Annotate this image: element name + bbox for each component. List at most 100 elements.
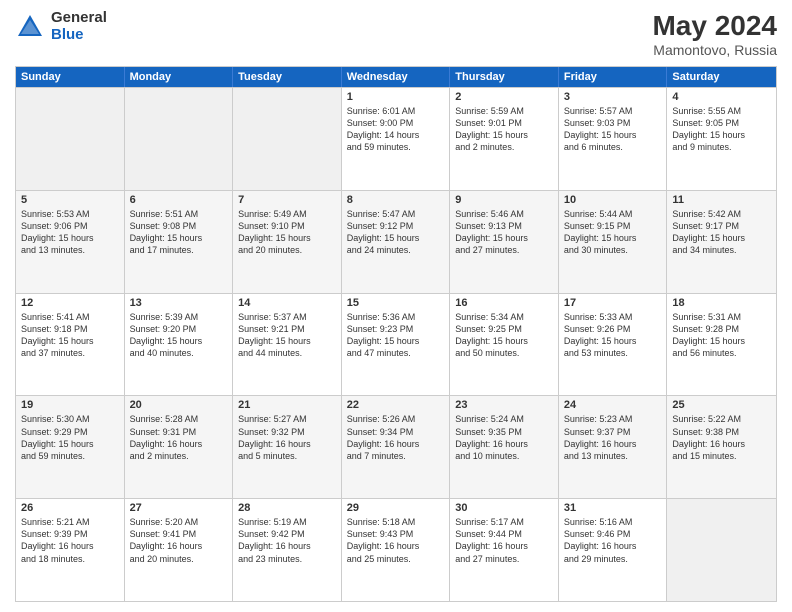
calendar-cell: 3 Sunrise: 5:57 AM Sunset: 9:03 PM Daylig… [559,88,668,190]
day-info: Sunrise: 6:01 AM Sunset: 9:00 PM Dayligh… [347,105,445,154]
day-info: Sunrise: 5:51 AM Sunset: 9:08 PM Dayligh… [130,208,228,257]
calendar-cell: 11 Sunrise: 5:42 AM Sunset: 9:17 PM Dayli… [667,191,776,293]
header-day: Monday [125,67,234,87]
calendar-cell: 12 Sunrise: 5:41 AM Sunset: 9:18 PM Dayli… [16,294,125,396]
calendar-cell [16,88,125,190]
day-number: 18 [672,297,771,309]
subtitle: Mamontovo, Russia [652,42,777,58]
calendar-cell [667,499,776,601]
day-info: Sunrise: 5:59 AM Sunset: 9:01 PM Dayligh… [455,105,553,154]
calendar-cell: 6Sunrise: 5:51 AM Sunset: 9:08 PM Daylig… [125,191,234,293]
day-info: Sunrise: 5:27 AM Sunset: 9:32 PM Dayligh… [238,413,336,462]
calendar-cell: 28 Sunrise: 5:19 AM Sunset: 9:42 PM Dayli… [233,499,342,601]
calendar-cell: 7 Sunrise: 5:49 AM Sunset: 9:10 PM Daylig… [233,191,342,293]
day-number: 25 [672,399,771,411]
day-number: 3 [564,91,662,103]
calendar-cell: 20 Sunrise: 5:28 AM Sunset: 9:31 PM Dayli… [125,396,234,498]
day-info: Sunrise: 5:24 AM Sunset: 9:35 PM Dayligh… [455,413,553,462]
calendar-cell: 13 Sunrise: 5:39 AM Sunset: 9:20 PM Dayli… [125,294,234,396]
day-info: Sunrise: 5:30 AM Sunset: 9:29 PM Dayligh… [21,413,119,462]
calendar-cell: 24 Sunrise: 5:23 AM Sunset: 9:37 PM Dayli… [559,396,668,498]
day-number: 30 [455,502,553,514]
calendar-header: SundayMondayTuesdayWednesdayThursdayFrid… [16,67,776,87]
day-info: Sunrise: 5:42 AM Sunset: 9:17 PM Dayligh… [672,208,771,257]
day-number: 31 [564,502,662,514]
day-info: Sunrise: 5:37 AM Sunset: 9:21 PM Dayligh… [238,311,336,360]
day-info: Sunrise: 5:17 AM Sunset: 9:44 PM Dayligh… [455,516,553,565]
day-info: Sunrise: 5:31 AM Sunset: 9:28 PM Dayligh… [672,311,771,360]
calendar-cell: 29Sunrise: 5:18 AM Sunset: 9:43 PM Dayli… [342,499,451,601]
calendar-cell: 22 Sunrise: 5:26 AM Sunset: 9:34 PM Dayli… [342,396,451,498]
calendar-cell: 8 Sunrise: 5:47 AM Sunset: 9:12 PM Daylig… [342,191,451,293]
calendar-cell: 1Sunrise: 6:01 AM Sunset: 9:00 PM Daylig… [342,88,451,190]
calendar-cell: 19 Sunrise: 5:30 AM Sunset: 9:29 PM Dayli… [16,396,125,498]
day-number: 10 [564,194,662,206]
page: General Blue May 2024 Mamontovo, Russia … [0,0,792,612]
day-number: 16 [455,297,553,309]
day-number: 2 [455,91,553,103]
day-info: Sunrise: 5:23 AM Sunset: 9:37 PM Dayligh… [564,413,662,462]
day-info: Sunrise: 5:20 AM Sunset: 9:41 PM Dayligh… [130,516,228,565]
day-info: Sunrise: 5:46 AM Sunset: 9:13 PM Dayligh… [455,208,553,257]
day-number: 12 [21,297,119,309]
calendar-cell: 2 Sunrise: 5:59 AM Sunset: 9:01 PM Daylig… [450,88,559,190]
calendar-cell: 15Sunrise: 5:36 AM Sunset: 9:23 PM Dayli… [342,294,451,396]
logo-text: General Blue [51,10,107,43]
day-info: Sunrise: 5:19 AM Sunset: 9:42 PM Dayligh… [238,516,336,565]
day-number: 19 [21,399,119,411]
calendar-cell: 23Sunrise: 5:24 AM Sunset: 9:35 PM Dayli… [450,396,559,498]
calendar-cell: 21 Sunrise: 5:27 AM Sunset: 9:32 PM Dayli… [233,396,342,498]
day-info: Sunrise: 5:49 AM Sunset: 9:10 PM Dayligh… [238,208,336,257]
calendar-cell: 30 Sunrise: 5:17 AM Sunset: 9:44 PM Dayli… [450,499,559,601]
day-info: Sunrise: 5:26 AM Sunset: 9:34 PM Dayligh… [347,413,445,462]
calendar-cell: 9 Sunrise: 5:46 AM Sunset: 9:13 PM Daylig… [450,191,559,293]
logo-general: General [51,10,107,27]
logo: General Blue [15,10,107,43]
calendar-cell: 16 Sunrise: 5:34 AM Sunset: 9:25 PM Dayli… [450,294,559,396]
day-info: Sunrise: 5:22 AM Sunset: 9:38 PM Dayligh… [672,413,771,462]
day-number: 26 [21,502,119,514]
calendar-cell: 26 Sunrise: 5:21 AM Sunset: 9:39 PM Dayli… [16,499,125,601]
day-info: Sunrise: 5:16 AM Sunset: 9:46 PM Dayligh… [564,516,662,565]
calendar-cell: 4Sunrise: 5:55 AM Sunset: 9:05 PM Daylig… [667,88,776,190]
day-number: 28 [238,502,336,514]
day-info: Sunrise: 5:28 AM Sunset: 9:31 PM Dayligh… [130,413,228,462]
calendar-row: 19 Sunrise: 5:30 AM Sunset: 9:29 PM Dayli… [16,395,776,498]
day-info: Sunrise: 5:57 AM Sunset: 9:03 PM Dayligh… [564,105,662,154]
calendar-row: 5Sunrise: 5:53 AM Sunset: 9:06 PM Daylig… [16,190,776,293]
day-info: Sunrise: 5:53 AM Sunset: 9:06 PM Dayligh… [21,208,119,257]
header-day: Friday [559,67,668,87]
day-number: 7 [238,194,336,206]
day-number: 9 [455,194,553,206]
day-number: 21 [238,399,336,411]
logo-blue: Blue [51,27,107,44]
day-info: Sunrise: 5:47 AM Sunset: 9:12 PM Dayligh… [347,208,445,257]
calendar: SundayMondayTuesdayWednesdayThursdayFrid… [15,66,777,602]
day-number: 11 [672,194,771,206]
day-info: Sunrise: 5:39 AM Sunset: 9:20 PM Dayligh… [130,311,228,360]
calendar-cell: 10 Sunrise: 5:44 AM Sunset: 9:15 PM Dayli… [559,191,668,293]
calendar-cell: 31 Sunrise: 5:16 AM Sunset: 9:46 PM Dayli… [559,499,668,601]
day-info: Sunrise: 5:33 AM Sunset: 9:26 PM Dayligh… [564,311,662,360]
day-number: 27 [130,502,228,514]
day-number: 22 [347,399,445,411]
day-info: Sunrise: 5:41 AM Sunset: 9:18 PM Dayligh… [21,311,119,360]
day-number: 13 [130,297,228,309]
day-number: 17 [564,297,662,309]
day-number: 4 [672,91,771,103]
calendar-cell [233,88,342,190]
header-day: Sunday [16,67,125,87]
day-number: 24 [564,399,662,411]
day-number: 8 [347,194,445,206]
logo-icon [15,12,45,42]
header-day: Wednesday [342,67,451,87]
header-day: Tuesday [233,67,342,87]
day-info: Sunrise: 5:44 AM Sunset: 9:15 PM Dayligh… [564,208,662,257]
day-info: Sunrise: 5:21 AM Sunset: 9:39 PM Dayligh… [21,516,119,565]
day-number: 14 [238,297,336,309]
header-day: Thursday [450,67,559,87]
day-number: 20 [130,399,228,411]
calendar-row: 1Sunrise: 6:01 AM Sunset: 9:00 PM Daylig… [16,87,776,190]
day-info: Sunrise: 5:34 AM Sunset: 9:25 PM Dayligh… [455,311,553,360]
calendar-body: 1Sunrise: 6:01 AM Sunset: 9:00 PM Daylig… [16,87,776,601]
